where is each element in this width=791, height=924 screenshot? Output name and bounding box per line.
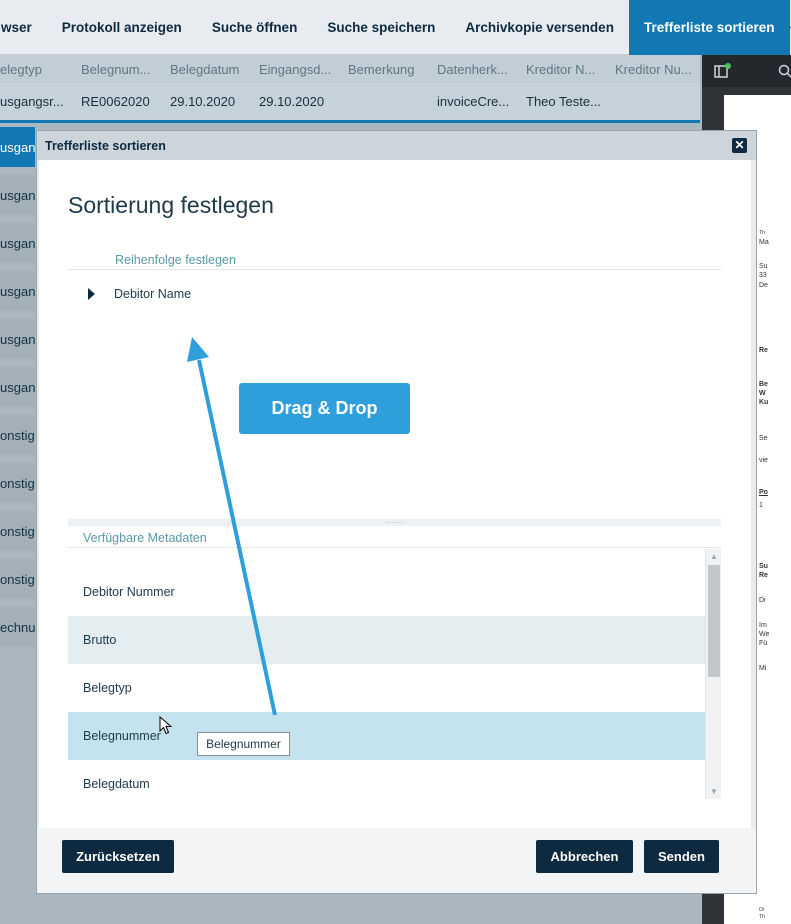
column-header[interactable]: Kreditor Nu... <box>615 62 700 77</box>
preview-text: 1 <box>759 502 763 509</box>
table-cell: RE0062020 <box>81 94 150 109</box>
metadata-list: Debitor Nummer Brutto Belegtyp Belegnumm… <box>68 568 705 800</box>
reset-button[interactable]: Zurücksetzen <box>62 840 174 873</box>
toolbar-browser-button[interactable]: wser <box>0 0 47 55</box>
table-row[interactable]: usgangsr... RE0062020 29.10.2020 29.10.2… <box>0 83 700 123</box>
preview-text: Re <box>759 572 768 579</box>
table-cell: 29.10.2020 <box>259 94 325 109</box>
preview-text: Ku <box>759 399 769 406</box>
mouse-cursor-icon <box>159 716 173 735</box>
preview-text: Im <box>759 622 767 629</box>
column-header[interactable]: Eingangsd... <box>259 62 345 77</box>
divider <box>68 547 721 548</box>
resize-handle[interactable]: ...... <box>68 518 721 526</box>
results-grid-header: elegtyp Belegnum... Belegdatum Eingangsd… <box>0 55 700 83</box>
table-cell: 29.10.2020 <box>170 94 236 109</box>
toolbar-save-search-button[interactable]: Suche speichern <box>312 0 450 55</box>
toolbar-sort-results-button[interactable]: Trefferliste sortieren <box>628 0 790 55</box>
preview-text: De <box>759 282 768 289</box>
table-cell: invoiceCre... <box>437 94 510 109</box>
dialog-heading: Sortierung festlegen <box>68 192 274 218</box>
list-item[interactable]: Belegtyp <box>68 664 705 712</box>
table-cell: Theo Teste... <box>526 94 601 109</box>
preview-text: vie <box>759 457 768 464</box>
list-item[interactable]: Brutto <box>68 616 705 664</box>
preview-text: Or <box>759 907 765 913</box>
column-header[interactable]: Bemerkung <box>348 62 434 77</box>
preview-text: Be <box>759 381 768 388</box>
preview-text: Ma <box>759 239 769 246</box>
table-row[interactable]: echnu <box>0 607 35 647</box>
preview-text: Th <box>759 230 765 236</box>
toolbar-open-search-button[interactable]: Suche öffnen <box>197 0 313 55</box>
preview-text: Su <box>759 263 768 270</box>
sidebar-toggle-icon[interactable] <box>714 63 732 79</box>
list-item[interactable]: Debitor Nummer <box>68 568 705 616</box>
table-row[interactable]: usgan <box>0 127 35 167</box>
preview-text: 33 <box>759 272 767 279</box>
search-icon[interactable] <box>778 64 791 78</box>
table-row[interactable]: onstig <box>0 511 35 551</box>
column-header[interactable]: Datenherk... <box>437 62 523 77</box>
preview-text: Mi <box>759 665 767 672</box>
preview-text: Re <box>759 347 768 354</box>
scrollbar-thumb[interactable] <box>708 565 720 677</box>
sort-dialog: Trefferliste sortieren ✕ Sortierung fest… <box>37 131 756 893</box>
table-row[interactable]: onstig <box>0 463 35 503</box>
toolbar: wser Protokoll anzeigen Suche öffnen Suc… <box>0 0 791 55</box>
drag-drop-badge: Drag & Drop <box>239 383 410 434</box>
available-metadata-label: Verfügbare Metadaten <box>83 531 207 545</box>
toolbar-protocol-button[interactable]: Protokoll anzeigen <box>47 0 197 55</box>
send-button[interactable]: Senden <box>644 840 719 873</box>
dialog-body: Sortierung festlegen Reihenfolge festleg… <box>39 160 751 828</box>
preview-text: Fü <box>759 640 768 647</box>
sort-item-label: Debitor Name <box>114 287 192 301</box>
table-row[interactable]: onstig <box>0 415 35 455</box>
sort-order-label: Reihenfolge festlegen <box>115 253 236 267</box>
scroll-down-icon[interactable]: ▼ <box>710 787 718 796</box>
toolbar-send-archive-copy-button[interactable]: Archivkopie versenden <box>450 0 629 55</box>
table-row[interactable]: usgan <box>0 271 35 311</box>
scrollbar[interactable]: ▲ ▼ <box>705 549 721 799</box>
column-header[interactable]: elegtyp <box>0 62 42 77</box>
table-row[interactable]: usgan <box>0 175 35 215</box>
preview-text: Se <box>759 435 768 442</box>
dialog-title: Trefferliste sortieren <box>45 138 166 153</box>
caret-right-icon[interactable] <box>88 288 95 300</box>
preview-text: Di <box>759 597 766 604</box>
preview-text: W <box>759 390 766 397</box>
list-item[interactable]: Belegdatum <box>68 760 705 800</box>
table-row[interactable]: usgan <box>0 319 35 359</box>
tooltip: Belegnummer <box>197 732 290 756</box>
column-header[interactable]: Belegdatum <box>170 62 256 77</box>
close-icon[interactable]: ✕ <box>732 138 747 153</box>
scroll-up-icon[interactable]: ▲ <box>710 552 718 561</box>
preview-text: We <box>759 631 770 638</box>
dialog-footer: Zurücksetzen Abbrechen Senden <box>37 828 756 893</box>
column-header[interactable]: Kreditor N... <box>526 62 612 77</box>
preview-text: Th <box>759 914 765 920</box>
preview-toolbar <box>702 55 791 87</box>
divider <box>68 269 721 270</box>
preview-text: Po <box>759 489 768 496</box>
table-row[interactable]: usgan <box>0 223 35 263</box>
column-header[interactable]: Belegnum... <box>81 62 167 77</box>
table-cell: usgangsr... <box>0 94 64 109</box>
cancel-button[interactable]: Abbrechen <box>536 840 633 873</box>
table-row[interactable]: usgan <box>0 367 35 407</box>
preview-text: Su <box>759 563 768 570</box>
dialog-titlebar: Trefferliste sortieren ✕ <box>37 131 756 160</box>
table-row[interactable]: onstig <box>0 559 35 599</box>
sort-item[interactable]: Debitor Name <box>88 287 191 301</box>
